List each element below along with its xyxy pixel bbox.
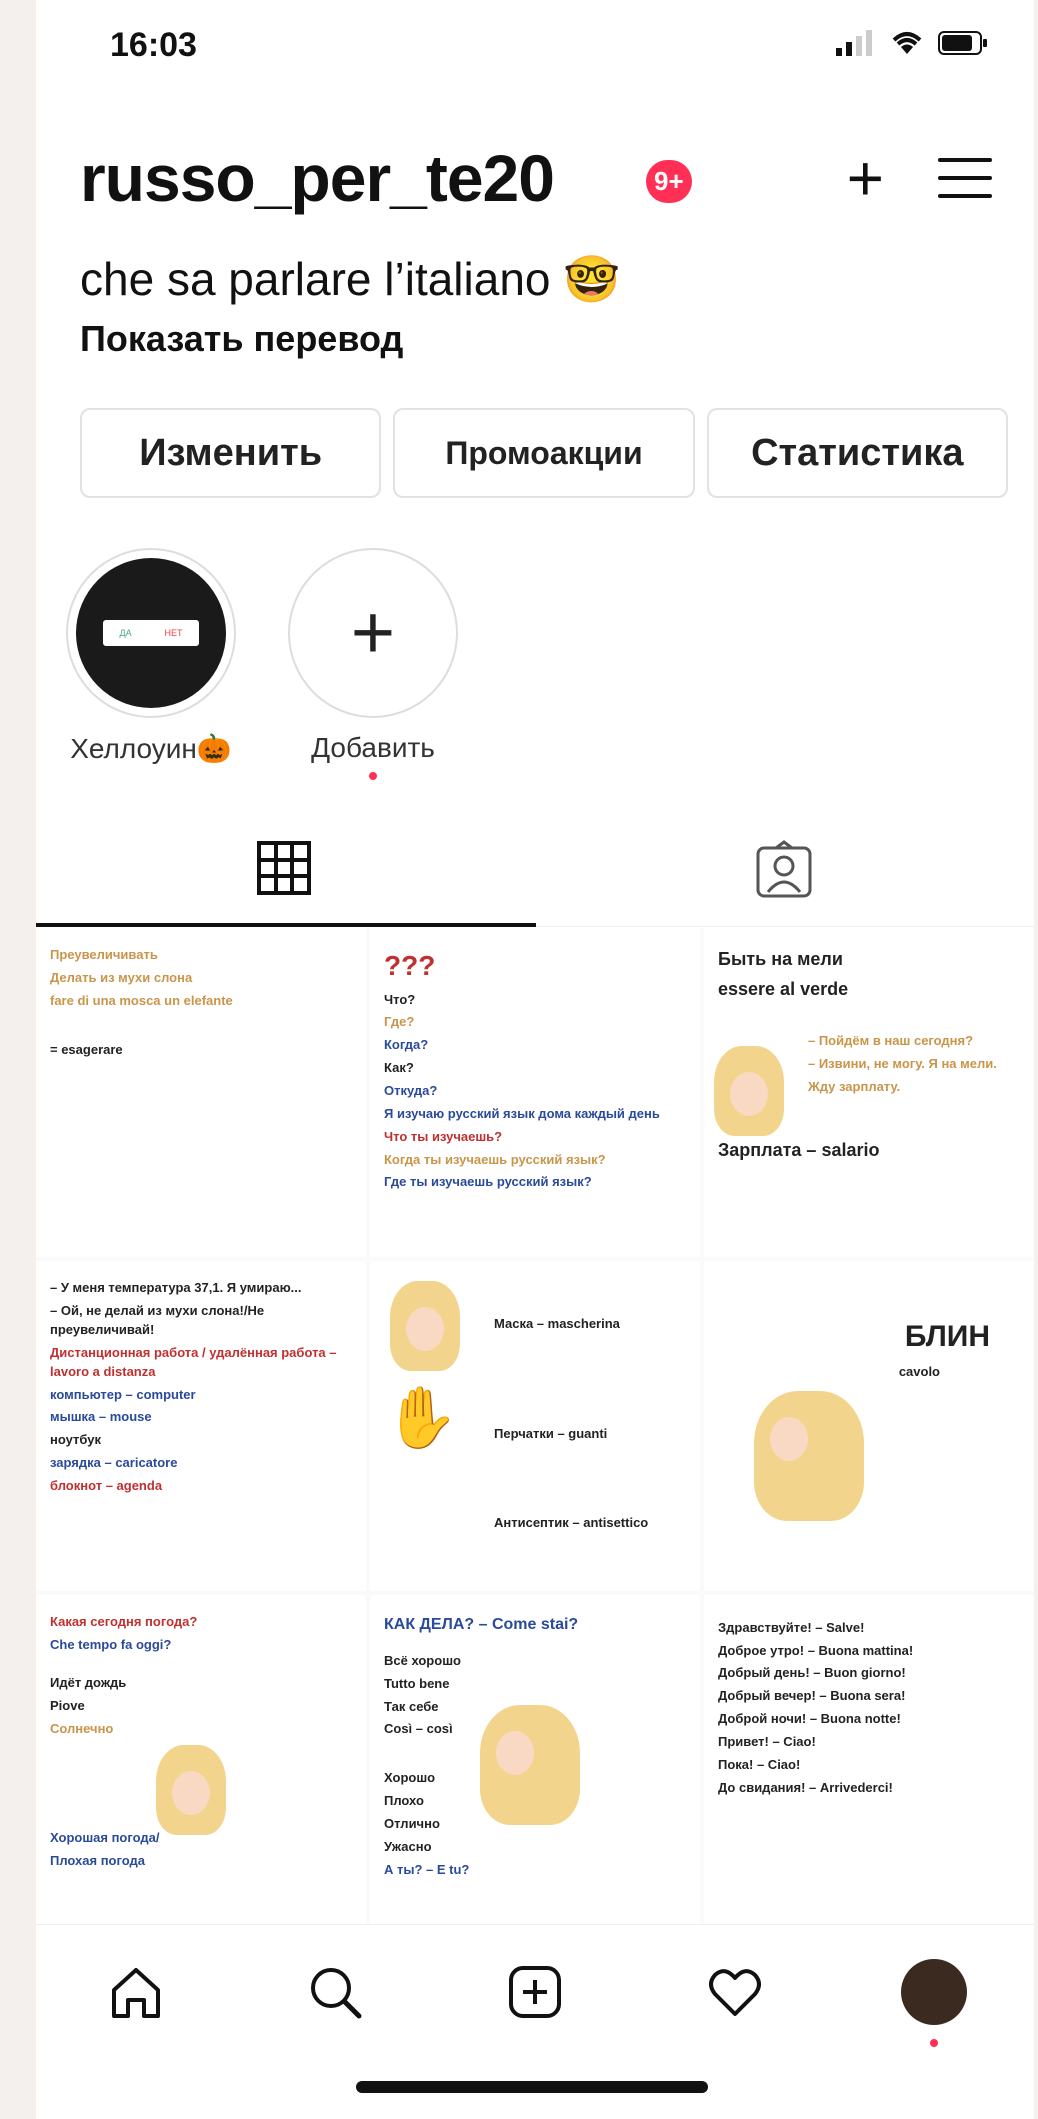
heart-icon	[708, 1969, 761, 2016]
new-dot	[930, 2039, 939, 2047]
profile-header: russo_per_te20 9+ +	[80, 140, 1004, 220]
nav-profile[interactable]	[899, 1957, 969, 2047]
post-tile[interactable]: БЛИН cavolo	[704, 1261, 1034, 1591]
active-tab-indicator	[36, 923, 536, 927]
post-tile[interactable]: Маска – mascherina ✋ Перчатки – guanti А…	[370, 1261, 700, 1591]
story-highlights: ДА НЕТ Хеллоуин🎃 + Добавить	[66, 548, 458, 780]
promotions-button[interactable]: Промоакции	[393, 408, 695, 498]
hand-icon: ✋	[384, 1384, 459, 1452]
nav-activity[interactable]	[700, 1957, 770, 2027]
post-tile[interactable]: Какая сегодня погода? Che tempo fa oggi?…	[36, 1594, 366, 1924]
nerd-face-icon: 🤓	[563, 253, 621, 305]
post-tile[interactable]: ??? Что? Где? Когда? Как? Откуда? Я изуч…	[370, 928, 700, 1258]
nav-home[interactable]	[101, 1957, 171, 2027]
home-indicator[interactable]	[356, 2081, 708, 2093]
profile-tabs	[36, 820, 1034, 927]
tab-grid[interactable]	[256, 840, 312, 901]
profile-actions: Изменить Промоакции Статистика	[80, 408, 1008, 498]
post-tile[interactable]: КАК ДЕЛА? – Come stai? Всё хорошо Tutto …	[370, 1594, 700, 1924]
nav-search[interactable]	[300, 1957, 370, 2027]
plus-icon: +	[350, 590, 396, 675]
add-post-icon	[508, 1966, 561, 2018]
post-tile[interactable]: Здравствуйте! – Salve! Доброе утро! – Bu…	[704, 1594, 1034, 1924]
status-time: 16:03	[110, 26, 197, 64]
tagged-person-icon	[756, 840, 812, 898]
edit-profile-button[interactable]: Изменить	[80, 408, 382, 498]
status-bar: 16:03	[36, 18, 1034, 78]
memoji-avatar	[156, 1744, 226, 1835]
bottom-navigation	[36, 1924, 1034, 2064]
username[interactable]: russo_per_te20	[80, 140, 555, 216]
grid-icon	[257, 841, 311, 895]
nav-create[interactable]	[500, 1957, 570, 2027]
home-icon	[111, 1968, 160, 2018]
add-highlight-label: Добавить	[311, 732, 435, 763]
notification-badge[interactable]: 9+	[646, 160, 692, 203]
insights-button[interactable]: Статистика	[706, 408, 1008, 498]
menu-button[interactable]	[938, 158, 992, 212]
search-icon	[311, 1968, 362, 2019]
tab-tagged[interactable]	[754, 840, 814, 905]
add-highlight[interactable]: + Добавить	[288, 548, 458, 780]
post-grid: Преувеличивать Делать из мухи слона fare…	[36, 928, 1034, 1924]
pumpkin-icon: 🎃	[196, 733, 232, 764]
post-tile[interactable]: Преувеличивать Делать из мухи слона fare…	[36, 928, 366, 1258]
signal-icon	[836, 30, 872, 56]
create-button[interactable]: +	[847, 146, 884, 210]
highlight-halloween[interactable]: ДА НЕТ Хеллоуин🎃	[66, 548, 236, 780]
post-tile[interactable]: Быть на мели essere al verde – Пойдём в …	[704, 928, 1034, 1258]
memoji-avatar	[390, 1281, 460, 1372]
memoji-avatar	[714, 1046, 784, 1136]
bio: che sa parlare l’italiano 🤓	[80, 252, 621, 307]
wifi-icon	[892, 32, 922, 54]
highlight-cover: ДА НЕТ	[76, 558, 226, 708]
bio-text: che sa parlare l’italiano	[80, 253, 551, 305]
phone-screen: 16:03 russo_per_te20 9+ + che sa parlare…	[36, 0, 1034, 2119]
new-dot	[369, 772, 377, 780]
translate-link[interactable]: Показать перевод	[80, 318, 403, 360]
memoji-avatar	[754, 1391, 864, 1522]
memoji-avatar	[480, 1704, 580, 1825]
post-tile[interactable]: – У меня температура 37,1. Я умираю... –…	[36, 1261, 366, 1591]
battery-icon	[938, 31, 987, 55]
highlight-label: Хеллоуин	[70, 733, 197, 764]
avatar	[901, 1959, 968, 2025]
